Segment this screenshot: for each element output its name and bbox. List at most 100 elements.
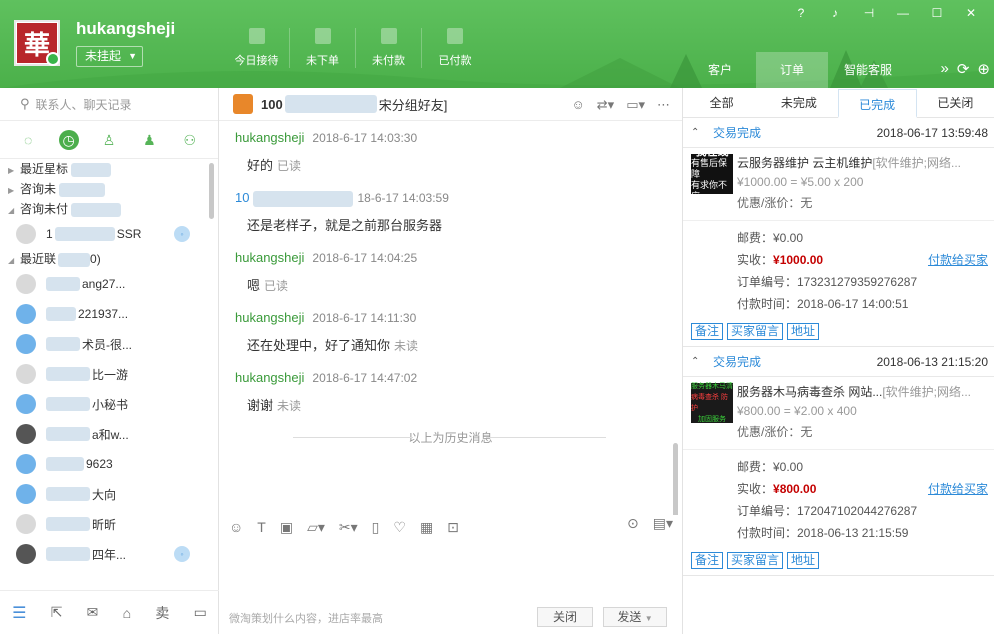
- tab-completed-orders[interactable]: 已完成: [837, 89, 917, 118]
- refresh-icon[interactable]: ⟳: [957, 60, 970, 78]
- status-label: 未挂起: [85, 49, 122, 63]
- send-button[interactable]: 发送 ▼: [603, 607, 667, 627]
- window-icon[interactable]: ▭: [194, 604, 207, 621]
- stat-value-hidden: [447, 28, 463, 44]
- quick-reply-icon[interactable]: ⊙: [627, 515, 639, 532]
- message-sender: hukangsheji: [235, 370, 305, 385]
- scissors-icon[interactable]: ✂▾: [339, 519, 358, 536]
- product-title[interactable]: 云服务器维护 云主机维护: [737, 156, 872, 170]
- search-bar[interactable]: ⚲ 联系人、聊天记录: [0, 88, 218, 121]
- group-icon[interactable]: ♟: [139, 130, 159, 150]
- transfer-icon[interactable]: ⇄▾: [597, 97, 614, 113]
- contact-item[interactable]: 比一游: [0, 359, 218, 389]
- clock-icon[interactable]: ◷: [58, 129, 79, 150]
- buyer-message-button[interactable]: 买家留言: [727, 552, 784, 569]
- more-icon[interactable]: ⋯: [657, 97, 670, 113]
- group-recent[interactable]: ◢ 最近联 0): [0, 249, 218, 269]
- heart-icon[interactable]: ♡: [393, 519, 406, 536]
- group-label: 最近星标: [20, 162, 69, 176]
- close-button[interactable]: 关闭: [537, 607, 593, 627]
- chat-contact-avatar[interactable]: [233, 94, 253, 114]
- contact-item[interactable]: a和w...: [0, 419, 218, 449]
- folder-icon[interactable]: ▱▾: [307, 519, 325, 536]
- stat-today[interactable]: 今日接待: [224, 28, 290, 68]
- maximize-icon[interactable]: ☐: [920, 4, 954, 22]
- contact-item[interactable]: ang27...: [0, 269, 218, 299]
- contact-item[interactable]: 9623: [0, 449, 218, 479]
- product-title[interactable]: 服务器木马病毒查杀 网站...: [737, 385, 882, 399]
- group-inquiry-unpaid[interactable]: ◢ 咨询未付: [0, 199, 218, 219]
- product-tags: [软件维护;网络...: [882, 385, 972, 399]
- buyer-message-button[interactable]: 买家留言: [727, 323, 784, 340]
- order-header[interactable]: ⌃ 交易完成 2018-06-17 13:59:48: [683, 118, 994, 148]
- search-input[interactable]: 联系人、聊天记录: [36, 96, 132, 113]
- sell-icon[interactable]: 卖: [155, 603, 169, 623]
- sound-icon[interactable]: ♪: [818, 4, 852, 22]
- shop-icon[interactable]: ⌂: [123, 605, 131, 621]
- chevron-up-icon[interactable]: ⌃: [691, 356, 707, 367]
- remark-button[interactable]: 备注: [691, 323, 724, 340]
- status-dropdown[interactable]: 未挂起 ▼: [76, 46, 143, 67]
- contact-item[interactable]: 四年... ◦: [0, 539, 218, 569]
- phone-shake-icon[interactable]: ▯: [372, 519, 380, 536]
- messages-scrollbar[interactable]: [673, 443, 678, 515]
- tab-incomplete-orders[interactable]: 未完成: [760, 88, 837, 117]
- contact-item[interactable]: 小秘书: [0, 389, 218, 419]
- contact-item[interactable]: 大向: [0, 479, 218, 509]
- export-icon[interactable]: ⇱: [51, 604, 63, 621]
- contact-avatar: [16, 484, 36, 504]
- message-input[interactable]: [219, 540, 683, 602]
- image-icon[interactable]: ▣: [280, 519, 293, 536]
- group-label: 咨询未付: [20, 202, 69, 216]
- org-tree-icon[interactable]: ⚇: [180, 130, 200, 150]
- emoji-icon[interactable]: ☺: [229, 519, 243, 535]
- stat-paid[interactable]: 已付款: [422, 28, 488, 68]
- chat-bubble-icon[interactable]: ◌: [18, 130, 38, 150]
- pin-icon[interactable]: ⊣: [852, 4, 886, 22]
- coupon-icon[interactable]: ⊡: [447, 519, 459, 536]
- address-button[interactable]: 地址: [787, 552, 820, 569]
- menu-icon[interactable]: ☰: [12, 603, 26, 623]
- history-icon[interactable]: ▤▾: [653, 515, 673, 532]
- tab-orders[interactable]: 订单: [756, 52, 828, 88]
- close-icon[interactable]: ✕: [954, 4, 988, 22]
- contact-item[interactable]: 昕昕: [0, 509, 218, 539]
- tab-all-orders[interactable]: 全部: [683, 88, 760, 117]
- contact-item[interactable]: 221937...: [0, 299, 218, 329]
- caret-down-icon[interactable]: ▼: [645, 614, 653, 623]
- read-status: 已读: [264, 279, 289, 293]
- person-icon[interactable]: ♙: [99, 130, 119, 150]
- emoji-chat-icon[interactable]: ☺: [571, 97, 584, 113]
- blurred-text: [71, 202, 122, 217]
- minimize-icon[interactable]: —: [886, 4, 920, 22]
- tip-text[interactable]: 微淘策划什么内容，进店率最高: [229, 610, 383, 626]
- order-header[interactable]: ⌃ 交易完成 2018-06-13 21:15:20: [683, 347, 994, 377]
- pay-buyer-link[interactable]: 付款给买家: [928, 478, 988, 500]
- help-icon[interactable]: ?: [784, 4, 818, 22]
- group-inquiry-unordered[interactable]: ▶ 咨询未: [0, 179, 218, 199]
- more-tabs-icon[interactable]: »: [941, 60, 949, 78]
- tab-closed-orders[interactable]: 已关闭: [917, 88, 994, 117]
- tab-smart-service[interactable]: 智能客服: [828, 52, 908, 88]
- calculator-icon[interactable]: ▦: [420, 519, 433, 536]
- mail-icon[interactable]: ✉: [87, 604, 99, 621]
- chevron-up-icon[interactable]: ⌃: [691, 127, 707, 138]
- address-button[interactable]: 地址: [787, 323, 820, 340]
- add-icon[interactable]: ⊕: [977, 60, 990, 78]
- contacts-scrollbar[interactable]: [209, 163, 214, 219]
- stat-not-ordered[interactable]: 未下单: [290, 28, 356, 68]
- video-icon[interactable]: ▭▾: [626, 97, 645, 113]
- stat-unpaid[interactable]: 未付款: [356, 28, 422, 68]
- pay-buyer-link[interactable]: 付款给买家: [928, 249, 988, 271]
- product-thumbnail[interactable]: 我在线 有售后保障 有求你不应: [691, 146, 733, 201]
- order-item[interactable]: 服务器木马清 病毒查杀 防护 加固服务 服务器木马病毒查杀 网站...[软件维护…: [683, 377, 994, 449]
- font-icon[interactable]: T: [257, 519, 266, 535]
- remark-button[interactable]: 备注: [691, 552, 724, 569]
- contact-item[interactable]: 1 SSR ◦: [0, 219, 218, 249]
- product-thumbnail[interactable]: 服务器木马清 病毒查杀 防护 加固服务: [691, 383, 733, 423]
- contact-item[interactable]: 术员-很...: [0, 329, 218, 359]
- order-item[interactable]: 我在线 有售后保障 有求你不应 云服务器维护 云主机维护[软件维护;网络... …: [683, 146, 994, 220]
- message-list: hukangsheji 2018-6-17 14:03:30 好的 已读 10 18-…: [219, 121, 682, 515]
- tab-customer[interactable]: 客户: [684, 52, 756, 88]
- group-starred[interactable]: ▶ 最近星标: [0, 159, 218, 179]
